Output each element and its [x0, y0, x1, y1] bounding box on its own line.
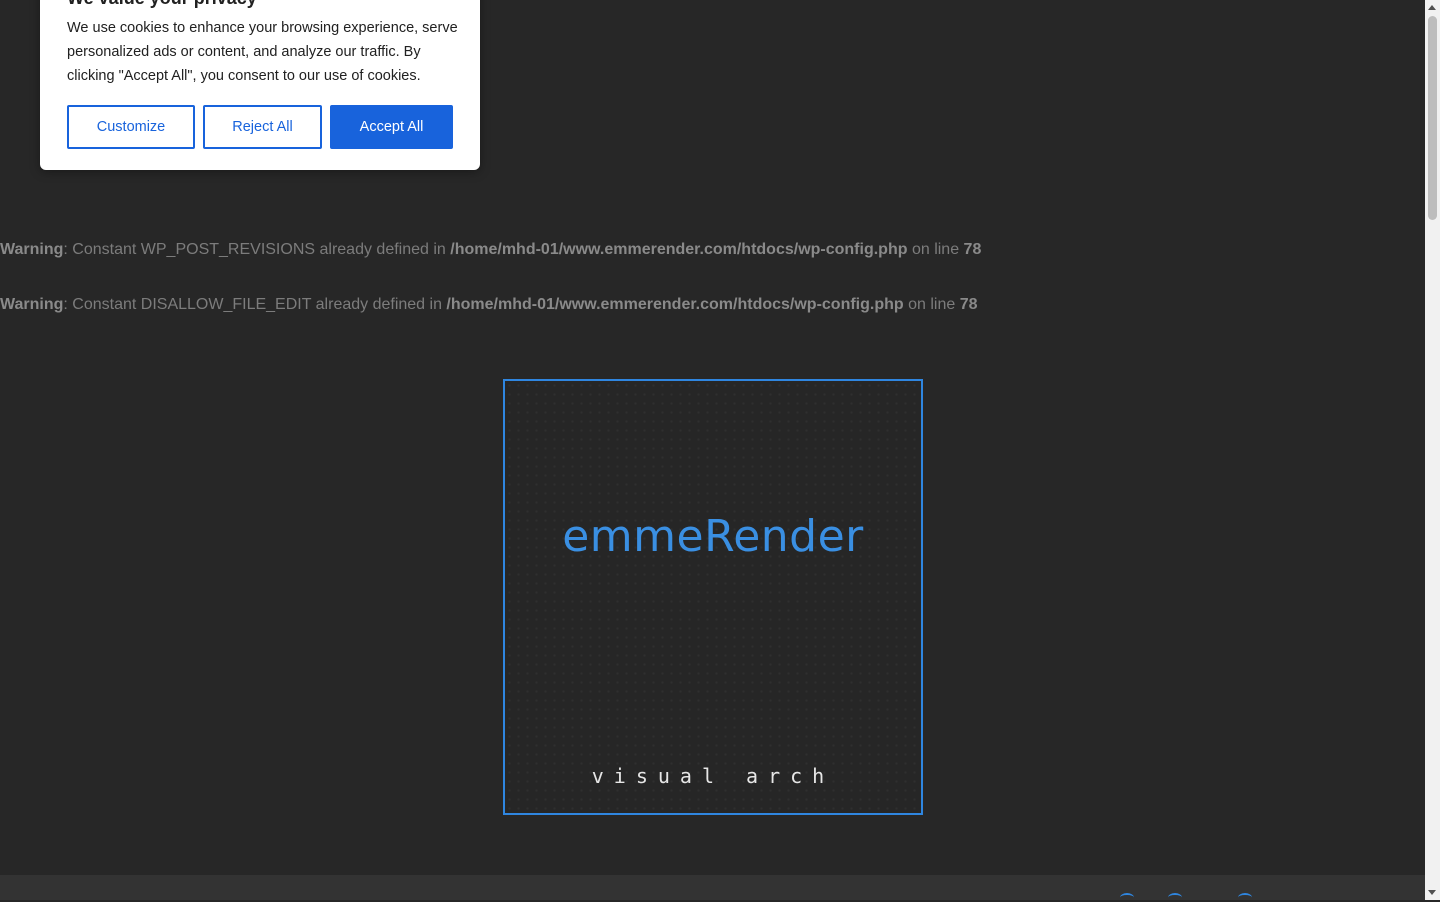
- warning-text: on line: [903, 296, 960, 313]
- scroll-down-arrow-icon[interactable]: [1428, 890, 1436, 895]
- footer-link[interactable]: [1120, 893, 1134, 902]
- logo-tagline: visual arch: [591, 764, 835, 788]
- warning-text: : Constant DISALLOW_FILE_EDIT already de…: [63, 296, 447, 313]
- cookie-consent-banner: We value your privacy We use cookies to …: [40, 0, 480, 170]
- logo-wordmark: emmeRender: [562, 511, 864, 562]
- vertical-scrollbar[interactable]: [1425, 0, 1440, 900]
- warning-file-path: /home/mhd-01/www.emmerender.com/htdocs/w…: [450, 241, 908, 258]
- scrollbar-thumb[interactable]: [1428, 16, 1437, 220]
- reject-all-button[interactable]: Reject All: [203, 105, 322, 149]
- php-warning-message: Warning: Constant WP_POST_REVISIONS alre…: [0, 239, 981, 261]
- footer-link[interactable]: [1168, 893, 1182, 902]
- footer-link[interactable]: [1238, 893, 1252, 902]
- cookie-banner-title: We value your privacy: [67, 0, 257, 10]
- warning-label: Warning: [0, 241, 64, 258]
- customize-button[interactable]: Customize: [67, 105, 195, 149]
- cookie-banner-message: We use cookies to enhance your browsing …: [67, 20, 458, 84]
- site-logo[interactable]: emmeRender visual arch: [503, 379, 923, 815]
- php-warning-message: Warning: Constant DISALLOW_FILE_EDIT alr…: [0, 294, 978, 316]
- warning-label: Warning: [0, 296, 64, 313]
- warning-line-number: 78: [963, 241, 982, 258]
- scroll-up-arrow-icon[interactable]: [1428, 5, 1436, 10]
- warning-text: : Constant WP_POST_REVISIONS already def…: [63, 241, 451, 258]
- footer-bar: [0, 875, 1425, 900]
- accept-all-button[interactable]: Accept All: [330, 105, 453, 149]
- warning-file-path: /home/mhd-01/www.emmerender.com/htdocs/w…: [446, 296, 904, 313]
- warning-line-number: 78: [959, 296, 978, 313]
- warning-text: on line: [907, 241, 964, 258]
